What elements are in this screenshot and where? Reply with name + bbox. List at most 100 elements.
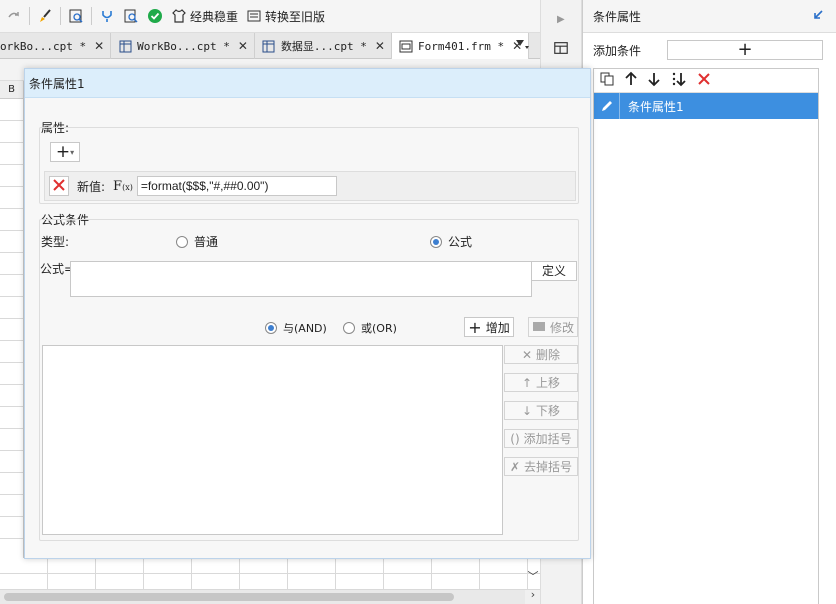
add-label: 增加 — [485, 320, 510, 335]
properties-group: + ▾ 新值: F(x) =format($$$,"#,##0.00") — [39, 127, 579, 204]
component-panel-icon[interactable] — [553, 40, 569, 56]
convert-old-button[interactable]: 转换至旧版 — [242, 4, 329, 28]
plus-icon: + — [468, 317, 482, 337]
tab-workbook-2[interactable]: WorkBo...cpt * ✕ — [111, 33, 255, 59]
tab-label: orkBo...cpt * — [0, 39, 87, 53]
editor-tab-strip: orkBo...cpt * ✕ WorkBo...cpt * ✕ 数据显...c… — [0, 33, 540, 59]
arrow-up-icon[interactable] — [624, 71, 638, 91]
dialog-title-bar: 条件属性1 — [25, 69, 590, 98]
tab-data-display[interactable]: 数据显...cpt * ✕ — [255, 33, 392, 59]
type-formula-radio[interactable]: 公式 — [430, 233, 472, 250]
copy-icon[interactable] — [599, 71, 615, 91]
formula-fx-button[interactable]: F(x) — [113, 179, 133, 194]
collapse-arrow-icon[interactable] — [812, 9, 824, 24]
type-normal-label: 普通 — [194, 235, 219, 249]
formula-label: 公式= — [40, 262, 75, 276]
remove-bracket-label: 去掉括号 — [524, 460, 573, 474]
list-item[interactable]: 条件属性1 — [594, 93, 818, 119]
logic-and-radio[interactable]: 与(AND) — [265, 320, 327, 336]
plus-icon: + — [737, 39, 753, 60]
add-property-button[interactable]: + ▾ — [50, 142, 80, 162]
search-doc-icon — [123, 8, 139, 24]
convert-old-label: 转换至旧版 — [265, 9, 326, 24]
panel-header: 条件属性 — [583, 0, 836, 33]
type-normal-radio[interactable]: 普通 — [176, 233, 218, 250]
toolbar-separator — [60, 7, 61, 25]
redo-button[interactable] — [2, 4, 26, 28]
format-brush-button[interactable] — [33, 4, 57, 28]
preview-button[interactable] — [64, 4, 88, 28]
add-condition-button[interactable]: + — [667, 39, 824, 60]
toolbar-separator — [91, 7, 92, 25]
scrollbar-thumb[interactable] — [4, 593, 454, 601]
tab-label: WorkBo...cpt * — [137, 39, 230, 53]
property-row: 新值: F(x) =format($$$,"#,##0.00") — [44, 171, 576, 201]
condition-attribute-dialog: 条件属性1 属性: + ▾ 新值: F(x) =format($$$,"#,##0… — [24, 68, 591, 559]
spreadsheet-grid-bottom[interactable] — [0, 558, 540, 590]
arrow-down-icon: ↓ — [521, 403, 533, 418]
form-file-icon — [398, 38, 414, 54]
condition-list-toolbar — [594, 69, 818, 93]
grid-file-icon — [117, 38, 133, 54]
or-label: 或(OR) — [361, 322, 397, 335]
remove-property-button[interactable] — [49, 176, 69, 196]
and-label: 与(AND) — [283, 322, 327, 335]
remove-bracket-button[interactable]: ✗ 去掉括号 — [504, 457, 578, 476]
new-value-input[interactable]: =format($$$,"#,##0.00") — [136, 176, 337, 196]
modify-button[interactable]: 修改 — [528, 317, 578, 337]
move-up-button[interactable]: ↑ 上移 — [504, 373, 578, 392]
dropdown-arrow-icon: ▾ — [70, 147, 75, 157]
toolbar-separator — [29, 7, 30, 25]
tab-label: Form401.frm * — [417, 39, 505, 53]
close-icon[interactable]: ✕ — [94, 39, 104, 53]
check-button[interactable] — [143, 4, 167, 28]
plugin-icon — [99, 8, 115, 24]
expand-arrow-icon[interactable]: ▶ — [557, 14, 565, 25]
panel-title: 条件属性 — [593, 9, 642, 24]
condition-list: 条件属性1 — [593, 68, 819, 604]
column-header: B — [0, 81, 24, 99]
logic-or-radio[interactable]: 或(OR) — [343, 320, 397, 336]
add-condition-entry-button[interactable]: + 增加 — [464, 317, 514, 337]
horizontal-scrollbar[interactable] — [0, 590, 525, 604]
dialog-title: 条件属性1 — [29, 76, 85, 91]
sort-down-icon[interactable] — [670, 71, 688, 91]
delete-icon: ✕ — [521, 347, 533, 362]
formula-input[interactable] — [70, 261, 532, 297]
tab-menu-icon[interactable] — [514, 37, 530, 53]
redo-icon — [6, 8, 22, 24]
condition-expression-list[interactable] — [42, 345, 503, 535]
condition-attributes-panel: 条件属性 添加条件 + 条件属性1 — [582, 0, 836, 604]
tab-form401[interactable]: Form401.frm * ✕ — [391, 33, 530, 59]
move-down-button[interactable]: ↓ 下移 — [504, 401, 578, 420]
close-icon[interactable]: ✕ — [238, 39, 248, 53]
arrow-up-icon: ↑ — [521, 375, 533, 390]
brush-icon — [37, 8, 53, 24]
tab-workbook-1[interactable]: orkBo...cpt * ✕ — [0, 33, 112, 59]
add-condition-label: 添加条件 — [593, 43, 642, 58]
define-button[interactable]: 定义 — [531, 261, 577, 281]
add-bracket-button[interactable]: () 添加括号 — [504, 429, 578, 448]
preview-icon — [68, 8, 84, 24]
fx-sub: (x) — [122, 182, 133, 192]
spreadsheet-grid[interactable] — [0, 99, 24, 559]
modify-label: 修改 — [549, 320, 574, 335]
theme-classic-button[interactable]: 经典稳重 — [167, 4, 242, 28]
move-down-label: 下移 — [536, 404, 561, 418]
radio-circle — [176, 235, 188, 248]
plugin-button[interactable] — [95, 4, 119, 28]
condition-item-label: 条件属性1 — [628, 99, 684, 114]
delete-button[interactable]: ✕ 删除 — [504, 345, 578, 364]
delete-icon[interactable] — [697, 72, 711, 90]
type-label: 类型: — [41, 235, 70, 249]
radio-circle — [430, 235, 442, 248]
delete-label: 删除 — [536, 348, 561, 362]
delete-icon — [53, 178, 65, 194]
pencil-icon — [594, 93, 620, 119]
tab-label: 数据显...cpt * — [280, 40, 367, 53]
remove-bracket-icon: ✗ — [509, 459, 521, 474]
close-icon[interactable]: ✕ — [375, 39, 385, 53]
arrow-down-icon[interactable] — [647, 71, 661, 91]
add-condition-row: 添加条件 + — [583, 33, 836, 67]
search-doc-button[interactable] — [119, 4, 143, 28]
